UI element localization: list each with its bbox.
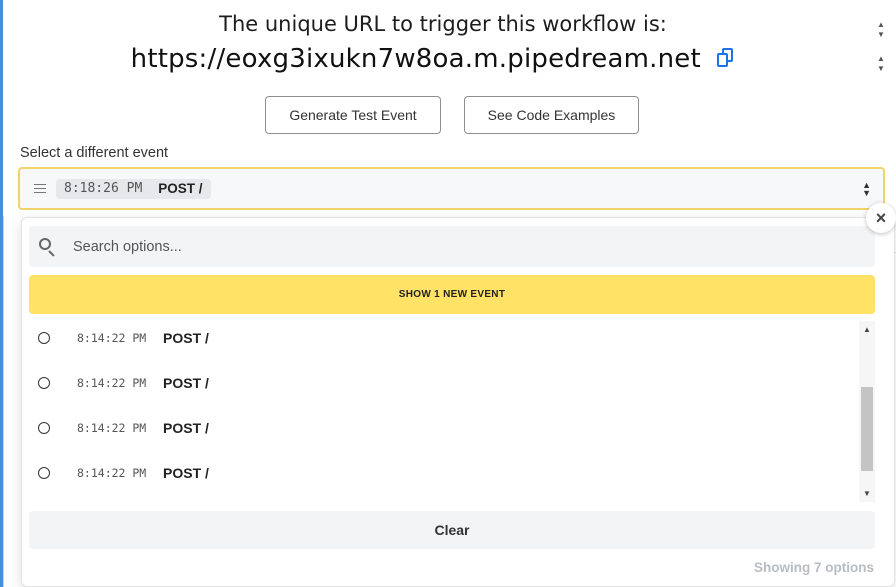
options-scrollbar[interactable]: ▲ ▼ bbox=[859, 321, 875, 502]
search-icon bbox=[39, 237, 57, 257]
scroll-stepper-bottom[interactable]: ▲ ▼ bbox=[874, 54, 888, 74]
radio-button[interactable] bbox=[38, 467, 50, 479]
panel-left-divider bbox=[3, 216, 4, 587]
search-input[interactable] bbox=[73, 238, 853, 255]
webhook-url[interactable]: https://eoxg3ixukn7w8oa.m.pipedream.net bbox=[131, 44, 701, 74]
event-option[interactable]: 8:14:22 PM POST / bbox=[29, 364, 859, 402]
chevron-up-icon[interactable]: ▲ bbox=[874, 20, 888, 30]
webhook-title: The unique URL to trigger this workflow … bbox=[219, 12, 667, 36]
event-option-time: 8:14:22 PM bbox=[77, 331, 147, 345]
event-option-method: POST / bbox=[163, 465, 209, 481]
scroll-down-icon[interactable]: ▼ bbox=[859, 489, 875, 498]
chevron-up-icon[interactable]: ▲ bbox=[874, 54, 888, 64]
copy-icon[interactable] bbox=[717, 47, 735, 68]
see-code-examples-button[interactable]: See Code Examples bbox=[464, 96, 639, 134]
event-option-time: 8:14:22 PM bbox=[77, 376, 147, 390]
scroll-up-icon[interactable]: ▲ bbox=[859, 325, 875, 334]
list-icon bbox=[34, 183, 46, 194]
generate-test-event-button[interactable]: Generate Test Event bbox=[265, 96, 441, 134]
close-icon[interactable]: × bbox=[866, 203, 896, 233]
event-options-list: 8:14:22 PM POST / 8:14:22 PM POST / 8:14… bbox=[29, 319, 859, 503]
show-new-event-button[interactable]: SHOW 1 NEW EVENT bbox=[29, 275, 875, 314]
select-event-label: Select a different event bbox=[20, 145, 169, 161]
event-option-method: POST / bbox=[163, 420, 209, 436]
event-select[interactable]: 8:18:26 PM POST / ▲ ▼ bbox=[18, 167, 885, 210]
event-option-method: POST / bbox=[163, 375, 209, 391]
chevron-down-icon[interactable]: ▼ bbox=[874, 30, 888, 40]
copy-icon-front bbox=[717, 52, 729, 67]
radio-button[interactable] bbox=[38, 377, 50, 389]
event-option[interactable]: 8:14:22 PM POST / bbox=[29, 409, 859, 447]
scroll-stepper-top[interactable]: ▲ ▼ bbox=[874, 20, 888, 40]
webhook-url-row: https://eoxg3ixukn7w8oa.m.pipedream.net bbox=[0, 44, 866, 74]
event-option-time: 8:14:22 PM bbox=[77, 466, 147, 480]
options-count: Showing 7 options bbox=[754, 560, 874, 575]
event-option-method: POST / bbox=[163, 330, 209, 346]
selected-event-chip: 8:18:26 PM POST / bbox=[56, 178, 211, 199]
event-option[interactable]: 8:14:22 PM POST / bbox=[29, 454, 859, 492]
radio-button[interactable] bbox=[38, 332, 50, 344]
select-arrows-icon: ▲ ▼ bbox=[862, 180, 871, 198]
search-box bbox=[29, 226, 875, 267]
radio-button[interactable] bbox=[38, 422, 50, 434]
selected-event-time: 8:18:26 PM bbox=[64, 181, 143, 196]
selected-event-method: POST / bbox=[158, 181, 203, 196]
event-option-time: 8:14:22 PM bbox=[77, 421, 147, 435]
chevron-down-icon[interactable]: ▼ bbox=[874, 64, 888, 74]
clear-button[interactable]: Clear bbox=[29, 511, 875, 549]
event-option[interactable]: 8:14:22 PM POST / bbox=[29, 319, 859, 357]
scrollbar-thumb[interactable] bbox=[861, 387, 873, 471]
